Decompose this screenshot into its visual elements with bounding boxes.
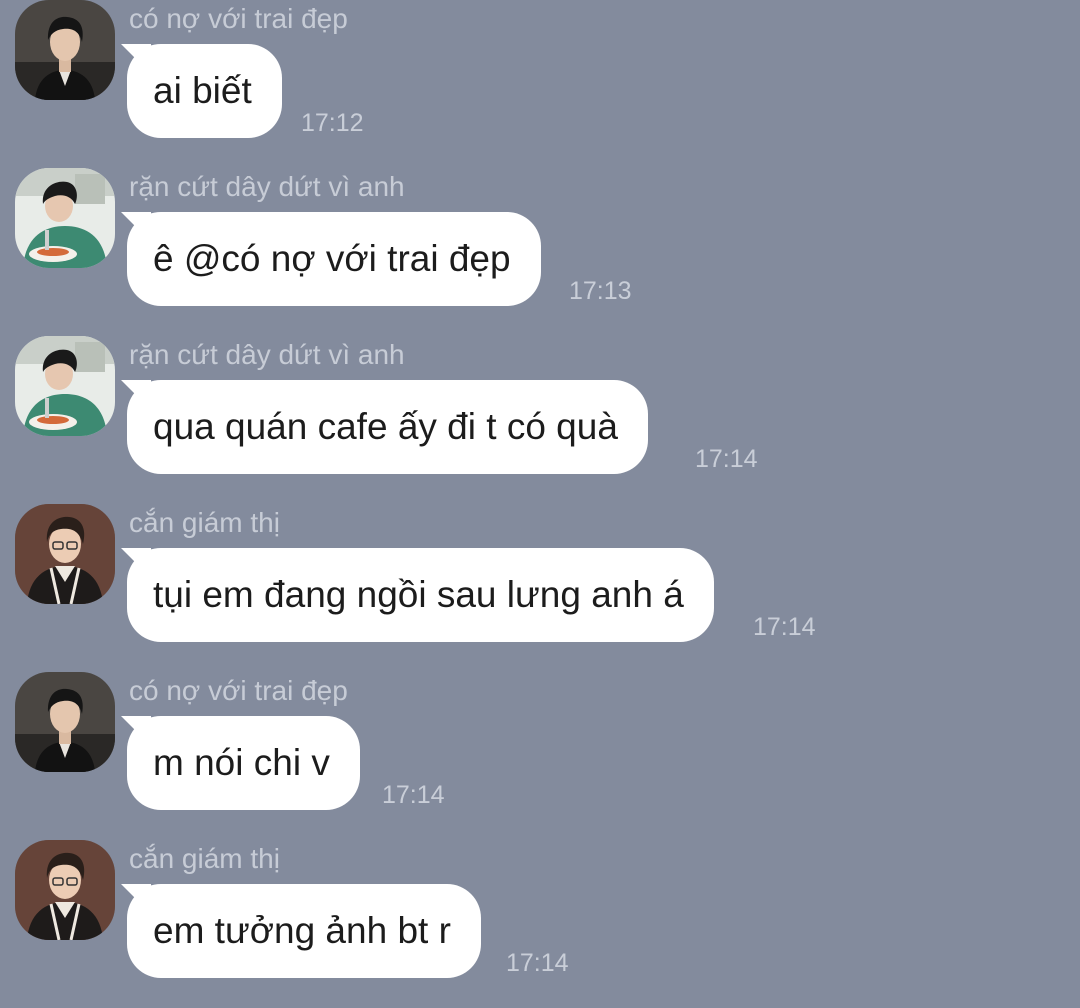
avatar-young-man-black-jacket-icon [15, 672, 115, 772]
sender-name: cắn giám thị [129, 843, 280, 874]
message-bubble[interactable]: qua quán cafe ấy đi t có quà [127, 380, 648, 474]
message-bubble[interactable]: tụi em đang ngồi sau lưng anh á [127, 548, 714, 642]
message-bubble[interactable]: m nói chi v [127, 716, 360, 810]
message-time: 17:14 [695, 445, 758, 473]
avatar-young-man-black-jacket-icon [15, 0, 115, 100]
sender-name: có nợ với trai đẹp [129, 3, 348, 34]
avatar-man-glasses-varsity-jacket-icon [15, 840, 115, 940]
sender-name: cắn giám thị [129, 507, 280, 538]
message-bubble[interactable]: em tưởng ảnh bt r [127, 884, 481, 978]
avatar-man-eating-green-sweater-icon [15, 336, 115, 436]
avatar-man-eating-green-sweater-icon [15, 168, 115, 268]
avatar[interactable] [15, 840, 115, 940]
message-row: có nợ với trai đẹp m nói chi v 17:14 [0, 672, 1080, 840]
avatar[interactable] [15, 672, 115, 772]
avatar[interactable] [15, 336, 115, 436]
message-row: có nợ với trai đẹp ai biết 17:12 [0, 0, 1080, 168]
message-time: 17:14 [753, 613, 816, 641]
avatar[interactable] [15, 168, 115, 268]
message-row: rặn cứt dây dứt vì anh qua quán cafe ấy … [0, 336, 1080, 504]
chat-message-list[interactable]: có nợ với trai đẹp ai biết 17:12 rặn cứt… [0, 0, 1080, 1002]
avatar[interactable] [15, 0, 115, 100]
message-row: cắn giám thị tụi em đang ngồi sau lưng a… [0, 504, 1080, 672]
sender-name: rặn cứt dây dứt vì anh [129, 171, 405, 202]
message-time: 17:14 [506, 949, 569, 977]
message-bubble[interactable]: ai biết [127, 44, 282, 138]
sender-name: có nợ với trai đẹp [129, 675, 348, 706]
message-bubble[interactable]: ê @có nợ với trai đẹp [127, 212, 541, 306]
message-time: 17:13 [569, 277, 632, 305]
message-row: cắn giám thị em tưởng ảnh bt r 17:14 [0, 840, 1080, 1008]
message-row: rặn cứt dây dứt vì anh ê @có nợ với trai… [0, 168, 1080, 336]
sender-name: rặn cứt dây dứt vì anh [129, 339, 405, 370]
avatar-man-glasses-varsity-jacket-icon [15, 504, 115, 604]
avatar[interactable] [15, 504, 115, 604]
message-time: 17:14 [382, 781, 445, 809]
message-time: 17:12 [301, 109, 364, 137]
